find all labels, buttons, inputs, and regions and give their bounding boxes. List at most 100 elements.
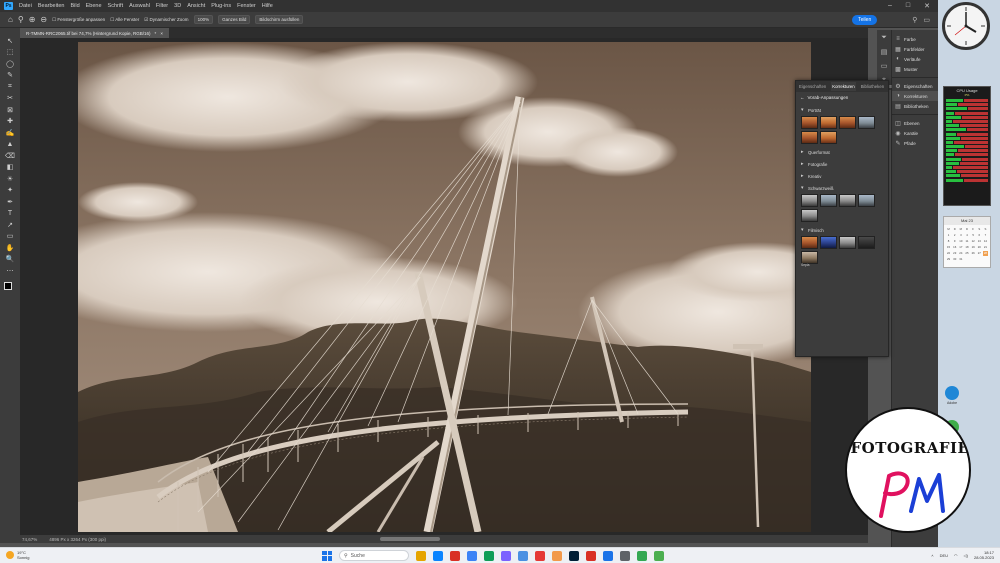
calendar-day[interactable]: S: [983, 227, 988, 232]
menu-3d[interactable]: 3D: [174, 3, 181, 9]
photo-canvas[interactable]: [78, 42, 811, 532]
preset-sepia[interactable]: Sepia: [801, 251, 818, 267]
calendar-day[interactable]: 8: [946, 239, 951, 244]
panel-menu-icon[interactable]: ≡: [889, 84, 892, 90]
calendar-day[interactable]: 3: [958, 233, 963, 238]
marquee-tool-icon[interactable]: ⬚: [5, 48, 15, 58]
color-swatches[interactable]: [4, 281, 16, 294]
zoom-in-icon[interactable]: ⊕: [29, 15, 36, 24]
dock-item-ebenen[interactable]: ◫ Ebenen: [892, 118, 938, 128]
section-header[interactable]: ▾ Porträt: [801, 106, 888, 114]
calendar-day[interactable]: 15: [946, 245, 951, 250]
calendar-day[interactable]: M: [958, 227, 963, 232]
gradient-tool-icon[interactable]: ◧: [5, 163, 15, 173]
shape-tool-icon[interactable]: ▭: [5, 232, 15, 242]
calendar-day[interactable]: 14: [983, 239, 988, 244]
zoom-100-button[interactable]: 100%: [193, 15, 214, 24]
taskbar-app-icon[interactable]: [484, 550, 494, 561]
taskbar-app-icon[interactable]: [569, 550, 579, 561]
wifi-icon[interactable]: ◠: [954, 553, 958, 558]
preset-thumbnail[interactable]: [801, 236, 818, 249]
preset-thumbnail[interactable]: [820, 131, 837, 144]
taskbar-app-icon[interactable]: [586, 550, 596, 561]
dodge-tool-icon[interactable]: ☀: [5, 174, 15, 184]
preset-thumbnail[interactable]: [839, 236, 856, 249]
preset-thumbnail[interactable]: [801, 194, 818, 207]
frame-tool-icon[interactable]: ✂: [5, 94, 15, 104]
calendar-day[interactable]: 5: [971, 233, 976, 238]
taskbar-app-icon[interactable]: [620, 550, 630, 561]
taskbar-app-icon[interactable]: [518, 550, 528, 561]
brush-tool-icon[interactable]: ✍: [5, 128, 15, 138]
preset-thumbnail[interactable]: [820, 194, 837, 207]
menu-schrift[interactable]: Schrift: [108, 3, 124, 9]
calendar-day[interactable]: D: [952, 227, 957, 232]
calendar-day[interactable]: 16: [952, 245, 957, 250]
preset-thumbnail[interactable]: [801, 209, 818, 222]
calendar-day[interactable]: 19: [971, 245, 976, 250]
calendar-day[interactable]: 29: [946, 257, 951, 262]
more-tools-icon[interactable]: ⋯: [5, 266, 15, 276]
horizontal-scrollbar[interactable]: [380, 537, 440, 541]
calendar-day[interactable]: 28: [982, 251, 988, 256]
menu-ebene[interactable]: Ebene: [86, 3, 102, 9]
calendar-day[interactable]: 25: [964, 251, 969, 256]
maximize-button[interactable]: □: [906, 2, 910, 10]
calendar-day[interactable]: 12: [971, 239, 976, 244]
calendar-day[interactable]: 22: [946, 251, 951, 256]
dock-item-muster[interactable]: ▩ Muster: [892, 64, 938, 74]
calendar-day[interactable]: D: [964, 227, 969, 232]
menu-ansicht[interactable]: Ansicht: [187, 3, 205, 9]
taskbar-app-icon[interactable]: [416, 550, 426, 561]
hand-tool-icon[interactable]: ✋: [5, 243, 15, 253]
info-icon[interactable]: ▤: [881, 48, 888, 56]
close-tab-button[interactable]: ×: [160, 31, 163, 36]
fill-screen-button[interactable]: Bildschirm ausfüllen: [255, 15, 304, 24]
calendar-day[interactable]: [977, 257, 982, 262]
dock-item-eigenschaften[interactable]: ⚙ Eigenschaften: [892, 81, 938, 91]
calendar-day[interactable]: 4: [964, 233, 969, 238]
tab-korrekturen[interactable]: Korrekturen: [831, 82, 856, 91]
taskbar-app-icon[interactable]: [535, 550, 545, 561]
minimize-button[interactable]: –: [888, 2, 892, 10]
dock-item-bibliotheken[interactable]: ▤ Bibliotheken: [892, 101, 938, 111]
calendar-day[interactable]: 31: [958, 257, 963, 262]
start-button[interactable]: [322, 550, 332, 561]
back-to-adjustments[interactable]: ← Vorab-Anpassungen: [796, 92, 888, 102]
preset-thumbnail[interactable]: [801, 116, 818, 129]
calendar-day[interactable]: 30: [952, 257, 957, 262]
preset-thumbnail[interactable]: [858, 116, 875, 129]
calendar-day[interactable]: 26: [971, 251, 976, 256]
dock-item-pfade[interactable]: ✎ Pfade: [892, 138, 938, 148]
taskbar-app-icon[interactable]: [637, 550, 647, 561]
history-icon[interactable]: ⏷: [881, 34, 887, 42]
home-icon[interactable]: ⌂: [8, 15, 13, 24]
search-icon[interactable]: ⚲: [912, 16, 917, 24]
preset-thumbnail[interactable]: [839, 194, 856, 207]
calendar-day[interactable]: 9: [952, 239, 957, 244]
calendar-day[interactable]: 1: [946, 233, 951, 238]
preset-thumbnail[interactable]: [801, 131, 818, 144]
taskbar-search[interactable]: ⚲ Suche: [339, 550, 409, 561]
menu-bearbeiten[interactable]: Bearbeiten: [38, 3, 65, 9]
document-tab[interactable]: R-TMMN-RRC2065.tif bei 74,7% (Hintergrun…: [20, 28, 169, 38]
weather-widget[interactable]: 19°C Sonnig: [6, 550, 29, 560]
language-indicator[interactable]: DEU: [940, 553, 948, 558]
section-header[interactable]: ▾ Filmisch: [801, 226, 888, 234]
path-select-tool-icon[interactable]: ↗: [5, 220, 15, 230]
menu-filter[interactable]: Filter: [156, 3, 168, 9]
desktop-icon-adobe[interactable]: Adobe: [942, 386, 962, 408]
tab-eigenschaften[interactable]: Eigenschaften: [798, 82, 827, 91]
eyedropper-tool-icon[interactable]: ⊠: [5, 105, 15, 115]
dock-item-farbfelder[interactable]: ▦ Farbfelder: [892, 44, 938, 54]
calendar-day[interactable]: [971, 257, 976, 262]
move-tool-icon[interactable]: ↖: [5, 36, 15, 46]
section-header[interactable]: ▾ Schwarzweiß: [801, 184, 888, 192]
close-button[interactable]: ✕: [924, 2, 930, 10]
calendar-day[interactable]: 27: [977, 251, 982, 256]
lasso-tool-icon[interactable]: ◯: [5, 59, 15, 69]
type-tool-icon[interactable]: T: [5, 209, 15, 219]
calendar-day[interactable]: 23: [952, 251, 957, 256]
dock-item-kanaele[interactable]: ◉ Kanäle: [892, 128, 938, 138]
taskbar-app-icon[interactable]: [450, 550, 460, 561]
